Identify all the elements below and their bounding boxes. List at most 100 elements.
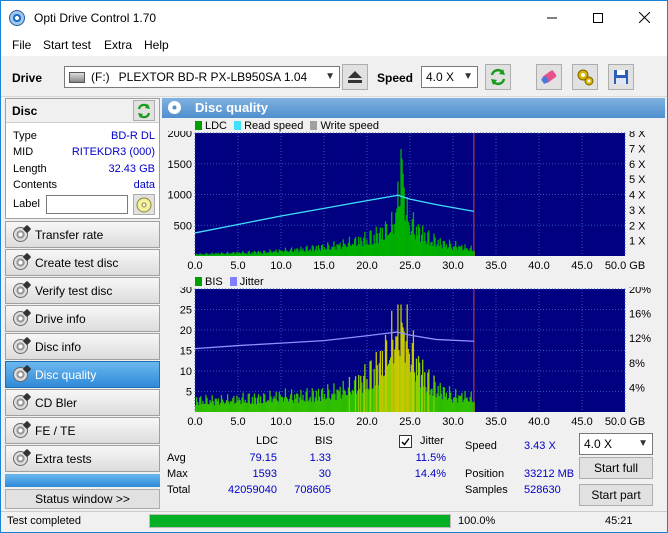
- avg-label: Avg: [167, 452, 186, 464]
- test-speed-select[interactable]: 4.0 X ▼: [579, 433, 653, 455]
- progress-fill: [150, 515, 450, 527]
- drive-name: PLEXTOR BD-R PX-LB950SA 1.04: [118, 70, 308, 84]
- menu-file[interactable]: File: [12, 38, 31, 52]
- disc-header: Disc: [12, 104, 38, 118]
- maximize-button[interactable]: [575, 1, 621, 34]
- samples-value: 528630: [524, 484, 561, 496]
- legend-swatch-write: [310, 121, 318, 130]
- disc-icon: [13, 283, 28, 298]
- sidebar-item-label: Disc quality: [35, 367, 97, 382]
- legend-swatch-ldc: [195, 121, 202, 130]
- speed-label: Speed: [377, 71, 414, 85]
- save-button[interactable]: [608, 64, 634, 90]
- disc-label-input[interactable]: [46, 195, 128, 214]
- bis-y-tick-right: 4%: [629, 382, 645, 394]
- menu-start-test[interactable]: Start test: [43, 38, 91, 52]
- bis-x-tick: 50.0 GB: [605, 416, 645, 428]
- refresh-speed-button[interactable]: [485, 64, 511, 90]
- ldc-y-tick-right: 4 X: [629, 190, 646, 202]
- drive-letter: (F:): [91, 70, 110, 84]
- disc-check-icon: [136, 197, 152, 212]
- sidebar-scroll-strip: [5, 474, 160, 487]
- start-full-button[interactable]: Start full: [579, 457, 653, 479]
- disc-icon: [13, 311, 28, 326]
- erase-button[interactable]: [536, 64, 562, 90]
- sidebar-item-extra-tests[interactable]: Extra tests: [5, 445, 160, 472]
- menu-extra[interactable]: Extra: [104, 38, 132, 52]
- col-ldc-header: LDC: [256, 435, 279, 447]
- sidebar-item-label: Extra tests: [35, 451, 92, 466]
- position-label: Position: [465, 468, 505, 480]
- sidebar-item-label: FE / TE: [35, 423, 76, 438]
- disc-icon: [13, 423, 28, 438]
- ldc-x-tick: 45.0: [571, 260, 592, 272]
- avg-bis: 1.33: [309, 452, 331, 464]
- chevron-down-icon: ▼: [463, 71, 473, 82]
- sidebar-item-transfer-rate[interactable]: Transfer rate: [5, 221, 160, 248]
- ldc-x-tick: 10.0: [270, 260, 291, 272]
- refresh-disc-button[interactable]: [133, 100, 155, 121]
- bis-x-tick: 45.0: [571, 416, 592, 428]
- sidebar-item-cd-bler[interactable]: CD Bler: [5, 389, 160, 416]
- sidebar-item-verify-test-disc[interactable]: Verify test disc: [5, 277, 160, 304]
- test-speed-value: 4.0 X: [584, 437, 613, 451]
- gear-icon: [577, 69, 594, 86]
- disc-icon: [13, 451, 28, 466]
- bis-x-tick: 15.0: [313, 416, 334, 428]
- max-jitter: 14.4%: [414, 468, 446, 480]
- jitter-checkbox[interactable]: [399, 435, 412, 448]
- sidebar-item-disc-info[interactable]: Disc info: [5, 333, 160, 360]
- progress-bar: [149, 514, 451, 528]
- bis-y-tick-left: 20: [180, 325, 192, 337]
- sidebar-item-drive-info[interactable]: Drive info: [5, 305, 160, 332]
- bis-chart: 0.0 5.0 10.0 15.0 20.0 25.0 30.0 35.0 40.0 45.0 50…: [180, 287, 651, 428]
- disc-quality-icon: [168, 101, 181, 114]
- position-value: 33212 MB: [524, 468, 575, 480]
- speed-stat-value: 3.43 X: [524, 440, 556, 452]
- disc-contents-value: data: [133, 179, 155, 191]
- disc-contents-label: Contents: [13, 179, 58, 191]
- eject-button[interactable]: [342, 64, 368, 90]
- status-window-button[interactable]: Status window >>: [5, 489, 160, 509]
- bis-x-tick: 25.0: [399, 416, 420, 428]
- start-part-button[interactable]: Start part: [579, 484, 653, 506]
- bis-x-tick: 0.0: [187, 416, 202, 428]
- sidebar-item-disc-quality[interactable]: Disc quality: [5, 361, 160, 388]
- floppy-save-icon: [614, 70, 628, 84]
- ldc-y-tick-right: 5 X: [629, 174, 646, 186]
- sidebar-item-label: Drive info: [35, 311, 86, 326]
- disc-type-label: Type: [13, 130, 37, 142]
- settings-button[interactable]: [572, 64, 598, 90]
- disc-mid-label: MID: [13, 146, 34, 158]
- sidebar-item-label: Transfer rate: [35, 227, 104, 242]
- minimize-button[interactable]: [529, 1, 575, 34]
- disc-icon: [13, 395, 28, 410]
- panel-title: Disc quality: [195, 100, 268, 115]
- refresh-icon: [137, 103, 151, 118]
- legend-swatch-read: [234, 121, 242, 130]
- menu-help[interactable]: Help: [144, 38, 169, 52]
- chevron-down-icon: ▼: [325, 71, 335, 82]
- speed-select[interactable]: 4.0 X ▼: [421, 66, 478, 88]
- ldc-x-tick: 30.0: [442, 260, 463, 272]
- disc-panel-header: Disc: [6, 99, 159, 123]
- sidebar-item-label: Create test disc: [35, 255, 119, 270]
- apply-label-button[interactable]: [133, 194, 155, 215]
- drive-select[interactable]: (F:) PLEXTOR BD-R PX-LB950SA 1.04 ▼: [64, 66, 340, 88]
- progress-text: 100.0%: [458, 515, 496, 527]
- legend-swatch-bis: [195, 277, 202, 286]
- sidebar-item-fe-te[interactable]: FE / TE: [5, 417, 160, 444]
- bis-y-tick-left: 25: [180, 305, 192, 317]
- bis-x-tick: 10.0: [270, 416, 291, 428]
- disc-type-value: BD-R DL: [110, 130, 155, 142]
- total-label: Total: [167, 484, 191, 496]
- menu-bar: File Start test Extra Help: [1, 34, 667, 56]
- disc-icon: [13, 367, 28, 382]
- close-button[interactable]: [621, 1, 667, 34]
- ldc-y-tick-left: 2000: [168, 131, 192, 140]
- drive-label: Drive: [12, 71, 43, 85]
- sidebar-item-create-test-disc[interactable]: Create test disc: [5, 249, 160, 276]
- ldc-y-tick-right: 7 X: [629, 143, 646, 155]
- bis-y-tick-left: 30: [180, 287, 192, 296]
- avg-jitter: 11.5%: [415, 452, 446, 464]
